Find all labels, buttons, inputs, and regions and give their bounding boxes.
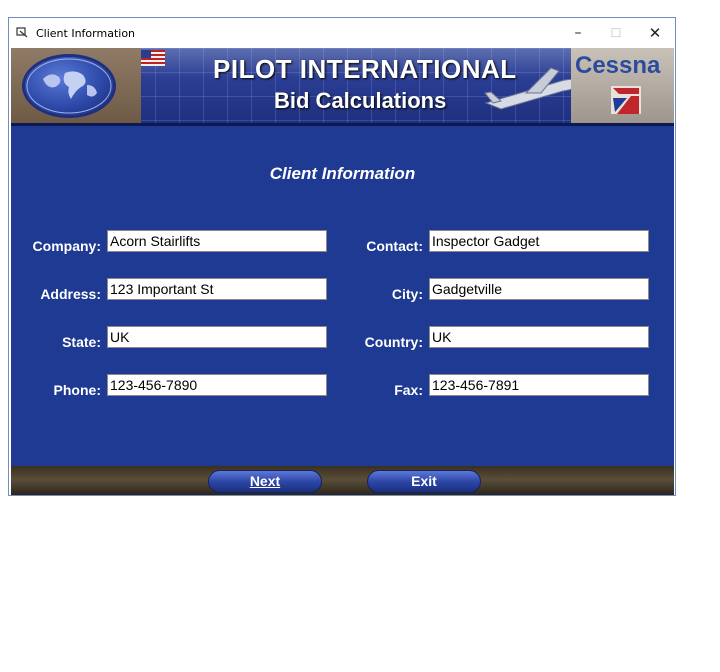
address-field[interactable]: 123 Important St	[107, 278, 327, 300]
address-label: Address:	[40, 286, 101, 302]
next-button-label: Next	[249, 473, 281, 489]
header-banner: PILOT INTERNATIONAL Bid Calculations Ces…	[11, 48, 674, 123]
fax-field[interactable]: 123-456-7891	[429, 374, 649, 396]
country-label: Country:	[364, 334, 423, 350]
exit-button[interactable]: Exit	[367, 470, 481, 493]
contact-label: Contact:	[366, 238, 423, 254]
state-label: State:	[62, 334, 101, 350]
banner-subtitle: Bid Calculations	[274, 88, 447, 113]
close-icon[interactable]: ✕	[636, 18, 674, 48]
app-window: Client Information – ☐ ✕ PILOT INTERNATI…	[8, 17, 676, 496]
company-field[interactable]: Acorn Stairlifts	[107, 230, 327, 252]
client-info-panel: Client Information Company: Acorn Stairl…	[11, 123, 674, 466]
form-heading: Client Information	[269, 164, 416, 183]
banner-title: PILOT INTERNATIONAL	[213, 54, 517, 84]
state-field[interactable]: UK	[107, 326, 327, 348]
maximize-icon[interactable]: ☐	[597, 18, 635, 48]
exit-button-label: Exit	[411, 473, 437, 489]
globe-continents-icon	[26, 58, 112, 114]
contact-field[interactable]: Inspector Gadget	[429, 230, 649, 252]
city-label: City:	[391, 286, 423, 302]
footer-bar: Next Exit	[11, 466, 674, 495]
company-label: Company:	[32, 238, 101, 254]
window-title: Client Information	[36, 27, 136, 40]
cessna-brand: Cessna	[575, 52, 661, 79]
phone-label: Phone:	[53, 382, 101, 398]
phone-field[interactable]: 123-456-7890	[107, 374, 327, 396]
city-field[interactable]: Gadgetville	[429, 278, 649, 300]
us-flag-icon	[141, 50, 165, 66]
minimize-icon[interactable]: –	[559, 18, 597, 48]
app-icon	[16, 27, 28, 38]
title-bar[interactable]: Client Information – ☐ ✕	[9, 18, 675, 48]
fax-label: Fax:	[394, 382, 423, 398]
next-button[interactable]: Next	[208, 470, 322, 493]
country-field[interactable]: UK	[429, 326, 649, 348]
cessna-logo-icon	[611, 86, 641, 114]
